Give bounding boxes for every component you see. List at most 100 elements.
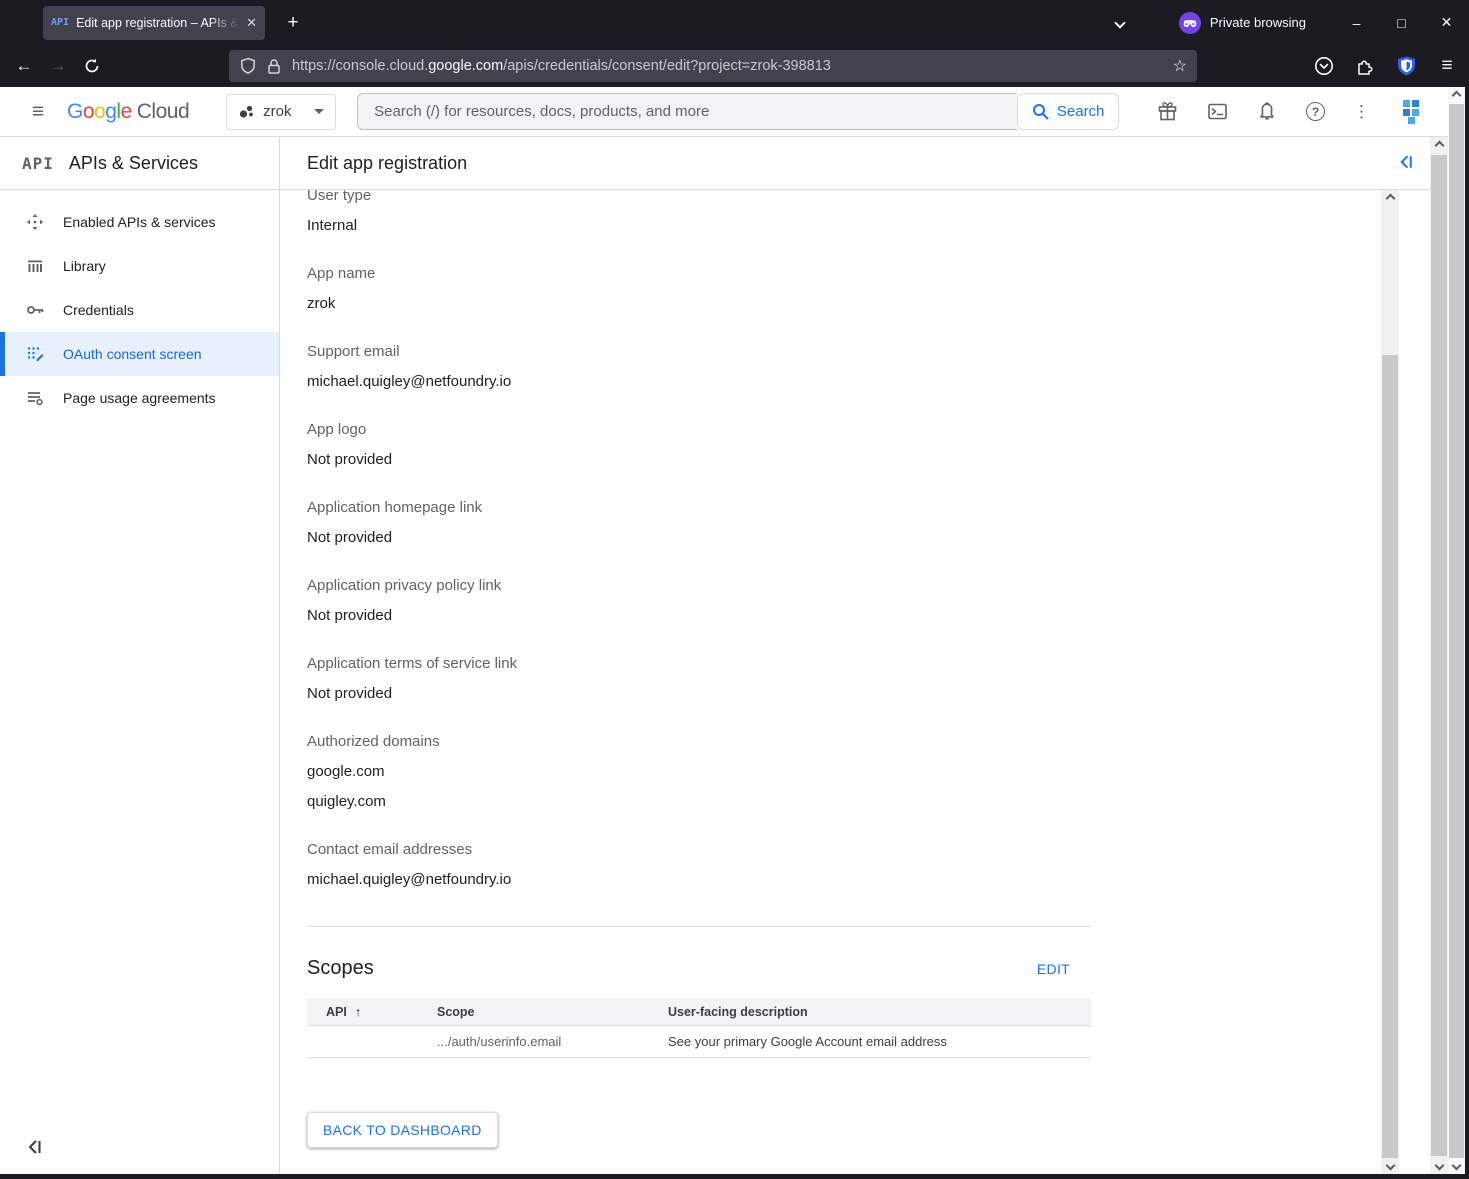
- sidebar-item-enabled-apis[interactable]: Enabled APIs & services: [0, 200, 279, 244]
- lock-icon[interactable]: [266, 58, 282, 75]
- field-terms-of-service-link: Application terms of service link Not pr…: [307, 654, 1091, 704]
- help-icon[interactable]: ?: [1306, 102, 1325, 121]
- scopes-table: API↑ Scope User-facing description .../a…: [307, 998, 1091, 1058]
- sidebar-item-label: OAuth consent screen: [63, 346, 202, 362]
- scroll-down-arrow[interactable]: [1430, 1157, 1448, 1174]
- content-scrollbar[interactable]: [1381, 190, 1399, 1174]
- field-contact-emails: Contact email addresses michael.quigley@…: [307, 840, 1091, 890]
- field-label: Authorized domains: [307, 732, 1091, 752]
- app-menu-hamburger-icon[interactable]: ≡: [1437, 56, 1457, 76]
- tab-title-fade: [209, 6, 239, 40]
- registration-details: User type Internal App name zrok Support…: [280, 190, 1381, 1174]
- navigation-toolbar: ← → https://console.cloud.google.com/api…: [0, 45, 1469, 87]
- field-homepage-link: Application homepage link Not provided: [307, 498, 1091, 548]
- console-nav-menu-icon[interactable]: ≡: [26, 100, 50, 124]
- reload-button[interactable]: [75, 50, 109, 82]
- pocket-icon[interactable]: [1314, 56, 1334, 76]
- column-header-scope[interactable]: Scope: [437, 1005, 668, 1019]
- search-button[interactable]: Search: [1017, 93, 1119, 130]
- user-avatar[interactable]: [1398, 99, 1424, 125]
- field-authorized-domains: Authorized domains google.com quigley.co…: [307, 732, 1091, 812]
- back-button[interactable]: ←: [7, 50, 41, 82]
- scroll-up-arrow[interactable]: [1448, 87, 1465, 104]
- field-value: michael.quigley@netfoundry.io: [307, 372, 1091, 392]
- field-value: Not provided: [307, 684, 1091, 704]
- sort-ascending-icon: ↑: [355, 1005, 361, 1019]
- console-scrollbar[interactable]: [1430, 137, 1448, 1174]
- google-cloud-logo[interactable]: GoogleCloud: [67, 100, 189, 124]
- scope-cell-scope: .../auth/userinfo.email: [437, 1034, 668, 1049]
- field-value: Not provided: [307, 606, 1091, 626]
- logo-letter: g: [105, 100, 116, 123]
- cloud-search-input[interactable]: [357, 93, 1017, 130]
- project-caret-icon: [314, 109, 324, 114]
- library-icon: [26, 257, 44, 275]
- url-bar[interactable]: https://console.cloud.google.com/apis/cr…: [229, 50, 1197, 82]
- window-close-button[interactable]: ✕: [1424, 0, 1469, 45]
- sidebar-item-credentials[interactable]: Credentials: [0, 288, 279, 332]
- field-label: App name: [307, 264, 1091, 284]
- logo-letter: G: [67, 100, 83, 123]
- password-shield-icon[interactable]: [1396, 56, 1416, 76]
- project-selector[interactable]: zrok: [226, 94, 336, 130]
- bookmark-star-icon[interactable]: ☆: [1173, 56, 1187, 76]
- tracking-shield-icon[interactable]: [239, 57, 257, 75]
- url-text[interactable]: https://console.cloud.google.com/apis/cr…: [292, 58, 1165, 74]
- sidebar-nav: Enabled APIs & services Library: [0, 190, 279, 420]
- url-domain: google.com: [428, 58, 503, 74]
- column-header-api[interactable]: API↑: [307, 1005, 437, 1019]
- oauth-consent-icon: [26, 345, 44, 363]
- scroll-down-arrow[interactable]: [1448, 1157, 1465, 1174]
- extensions-puzzle-icon[interactable]: [1355, 56, 1375, 76]
- cloud-console-header: ≡ GoogleCloud zrok Search: [0, 87, 1448, 137]
- sidebar-item-library[interactable]: Library: [0, 244, 279, 288]
- browser-scrollbar[interactable]: [1448, 87, 1465, 1174]
- maximize-button[interactable]: □: [1379, 0, 1424, 45]
- browser-scrollbar-thumb[interactable]: [1449, 104, 1464, 1158]
- sidebar-collapse-button[interactable]: [26, 1139, 44, 1160]
- field-value: Not provided: [307, 450, 1091, 470]
- sidebar-item-page-usage[interactable]: Page usage agreements: [0, 376, 279, 420]
- search-button-label: Search: [1057, 103, 1105, 120]
- scroll-up-arrow[interactable]: [1430, 137, 1448, 154]
- url-prefix: https://console.cloud.: [292, 58, 428, 74]
- field-label: Application homepage link: [307, 498, 1091, 518]
- gift-icon[interactable]: [1156, 101, 1178, 123]
- field-value: Not provided: [307, 528, 1091, 548]
- field-value: michael.quigley@netfoundry.io: [307, 870, 1091, 890]
- section-divider: [307, 926, 1091, 927]
- scope-row: .../auth/userinfo.email See your primary…: [307, 1026, 1091, 1058]
- content-scrollbar-thumb[interactable]: [1382, 355, 1398, 1158]
- sidebar-item-oauth-consent[interactable]: OAuth consent screen: [0, 332, 279, 376]
- browser-tab[interactable]: API Edit app registration – APIs & Serv …: [43, 6, 265, 40]
- private-browsing-badge-icon: [1179, 12, 1201, 34]
- console-scrollbar-thumb[interactable]: [1431, 155, 1447, 1156]
- panel-collapse-button[interactable]: [1398, 154, 1415, 175]
- more-options-icon[interactable]: ⋮: [1353, 102, 1370, 122]
- key-icon: [26, 301, 44, 319]
- field-app-name: App name zrok: [307, 264, 1091, 314]
- field-label: App logo: [307, 420, 1091, 440]
- back-to-dashboard-button[interactable]: BACK TO DASHBOARD: [307, 1112, 498, 1148]
- scroll-down-arrow[interactable]: [1381, 1157, 1399, 1174]
- edit-scopes-link[interactable]: EDIT: [1037, 961, 1091, 977]
- notifications-bell-icon[interactable]: [1256, 101, 1278, 123]
- field-support-email: Support email michael.quigley@netfoundry…: [307, 342, 1091, 392]
- new-tab-button[interactable]: +: [279, 12, 307, 34]
- cloud-shell-icon[interactable]: [1206, 101, 1228, 123]
- window-edge: [1465, 87, 1469, 1179]
- list-tabs-chevron-icon[interactable]: [1105, 14, 1135, 32]
- field-value: google.com: [307, 762, 1091, 782]
- page-title: Edit app registration: [307, 153, 467, 174]
- scroll-up-arrow[interactable]: [1381, 190, 1399, 207]
- sidebar-item-label: Credentials: [63, 302, 134, 318]
- scopes-title: Scopes: [307, 957, 374, 980]
- tab-close-icon[interactable]: ✕: [246, 15, 257, 31]
- column-label: User-facing description: [668, 1005, 808, 1019]
- minimize-button[interactable]: –: [1334, 0, 1379, 45]
- forward-button[interactable]: →: [41, 50, 75, 82]
- column-header-description[interactable]: User-facing description: [668, 1005, 1091, 1019]
- field-label: User type: [307, 190, 1091, 206]
- browser-window: API Edit app registration – APIs & Serv …: [0, 0, 1469, 1179]
- url-path: /apis/credentials/consent/edit?project=z…: [503, 58, 831, 74]
